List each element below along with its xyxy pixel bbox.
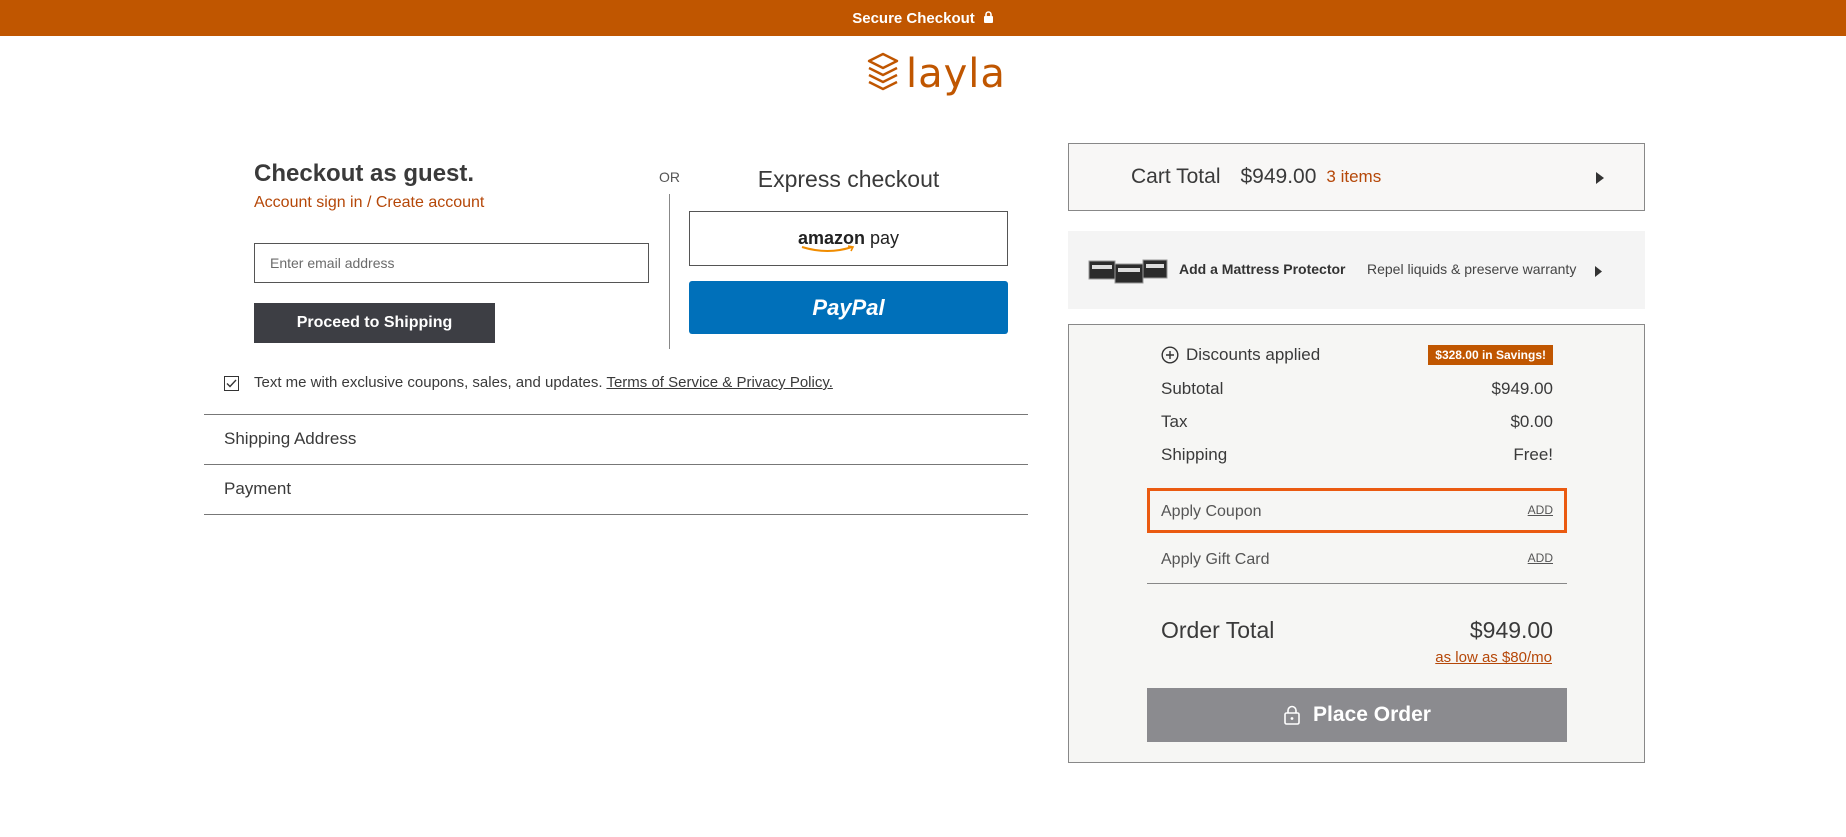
add-gift-card-link[interactable]: ADD bbox=[1528, 551, 1553, 569]
discounts-toggle[interactable]: Discounts applied bbox=[1161, 345, 1320, 365]
financing-link[interactable]: as low as $80/mo bbox=[1435, 649, 1552, 666]
paypal-button[interactable]: PayPal bbox=[689, 281, 1008, 334]
or-label: OR bbox=[659, 169, 680, 185]
discounts-label: Discounts applied bbox=[1186, 345, 1321, 364]
amazon-pay-button[interactable]: amazon pay bbox=[689, 211, 1008, 266]
section-divider bbox=[204, 464, 1028, 465]
place-order-button[interactable]: Place Order bbox=[1147, 688, 1567, 742]
tax-value: $0.00 bbox=[1510, 412, 1553, 431]
email-input[interactable] bbox=[254, 243, 649, 283]
sms-optin-checkbox[interactable] bbox=[224, 376, 239, 391]
apply-gift-card-row[interactable]: Apply Gift Card ADD bbox=[1161, 551, 1553, 569]
checkmark-icon bbox=[226, 379, 237, 388]
amazon-pay-label: pay bbox=[870, 228, 900, 248]
add-coupon-link[interactable]: ADD bbox=[1528, 503, 1553, 521]
subtotal-row: Subtotal $949.00 bbox=[1161, 379, 1553, 399]
banner-text: Secure Checkout bbox=[852, 9, 975, 27]
apply-gift-card-label: Apply Gift Card bbox=[1161, 551, 1270, 568]
proceed-to-shipping-button[interactable]: Proceed to Shipping bbox=[254, 303, 495, 343]
discounts-row: Discounts applied $328.00 in Savings! bbox=[1161, 345, 1553, 365]
cart-total-label: Cart Total bbox=[1131, 165, 1221, 188]
plus-circle-icon bbox=[1161, 346, 1179, 364]
section-divider bbox=[204, 414, 1028, 415]
lock-icon bbox=[1284, 705, 1300, 725]
tax-label: Tax bbox=[1161, 412, 1188, 431]
order-total-label: Order Total bbox=[1161, 617, 1275, 643]
shipping-value: Free! bbox=[1513, 445, 1553, 464]
subtotal-value: $949.00 bbox=[1491, 379, 1553, 398]
protector-title: Add a Mattress Protector bbox=[1179, 261, 1346, 277]
paypal-label: PayPal bbox=[812, 294, 885, 320]
guest-checkout-title: Checkout as guest. bbox=[254, 160, 475, 187]
protector-description: Repel liquids & preserve warranty bbox=[1367, 261, 1577, 277]
amazon-smile-icon bbox=[801, 245, 855, 252]
protector-product-image bbox=[1088, 258, 1168, 284]
shipping-label: Shipping bbox=[1161, 445, 1228, 464]
amazon-pay-logo: amazon pay bbox=[798, 228, 900, 252]
tax-row: Tax $0.00 bbox=[1161, 412, 1553, 432]
account-signin-link[interactable]: Account sign in / Create account bbox=[254, 194, 484, 212]
caret-right-icon bbox=[1595, 264, 1602, 282]
secure-checkout-banner: Secure Checkout bbox=[0, 0, 1846, 36]
mattress-protector-upsell[interactable]: Add a Mattress Protector Repel liquids &… bbox=[1068, 231, 1645, 309]
lock-icon bbox=[983, 10, 994, 27]
order-summary: Discounts applied $328.00 in Savings! Su… bbox=[1068, 324, 1645, 763]
layla-logo[interactable]: layla bbox=[866, 48, 1006, 100]
caret-right-icon bbox=[1596, 171, 1604, 189]
cart-total-amount: $949.00 bbox=[1240, 165, 1317, 188]
place-order-label: Place Order bbox=[1313, 703, 1431, 726]
payment-section[interactable]: Payment bbox=[224, 479, 291, 499]
savings-badge: $328.00 in Savings! bbox=[1428, 345, 1553, 365]
logo-icon bbox=[866, 52, 900, 97]
shipping-row: Shipping Free! bbox=[1161, 445, 1553, 465]
apply-coupon-label: Apply Coupon bbox=[1161, 503, 1262, 520]
order-total-value: $949.00 bbox=[1469, 617, 1553, 643]
or-divider bbox=[669, 194, 670, 349]
terms-privacy-link[interactable]: Terms of Service & Privacy Policy. bbox=[606, 374, 832, 391]
summary-divider bbox=[1147, 583, 1567, 584]
section-divider bbox=[204, 514, 1028, 515]
cart-total-toggle[interactable]: Cart Total $949.00 3 items bbox=[1068, 143, 1645, 211]
sms-optin-label: Text me with exclusive coupons, sales, a… bbox=[254, 374, 603, 391]
apply-coupon-row[interactable]: Apply Coupon ADD bbox=[1161, 503, 1553, 521]
cart-item-count: 3 items bbox=[1326, 167, 1382, 186]
sms-optin-text: Text me with exclusive coupons, sales, a… bbox=[254, 374, 833, 391]
express-checkout-title: Express checkout bbox=[757, 166, 940, 192]
subtotal-label: Subtotal bbox=[1161, 379, 1224, 398]
shipping-address-section[interactable]: Shipping Address bbox=[224, 429, 356, 449]
logo-wordmark: layla bbox=[906, 51, 1006, 97]
order-total-row: Order Total $949.00 bbox=[1161, 617, 1553, 644]
